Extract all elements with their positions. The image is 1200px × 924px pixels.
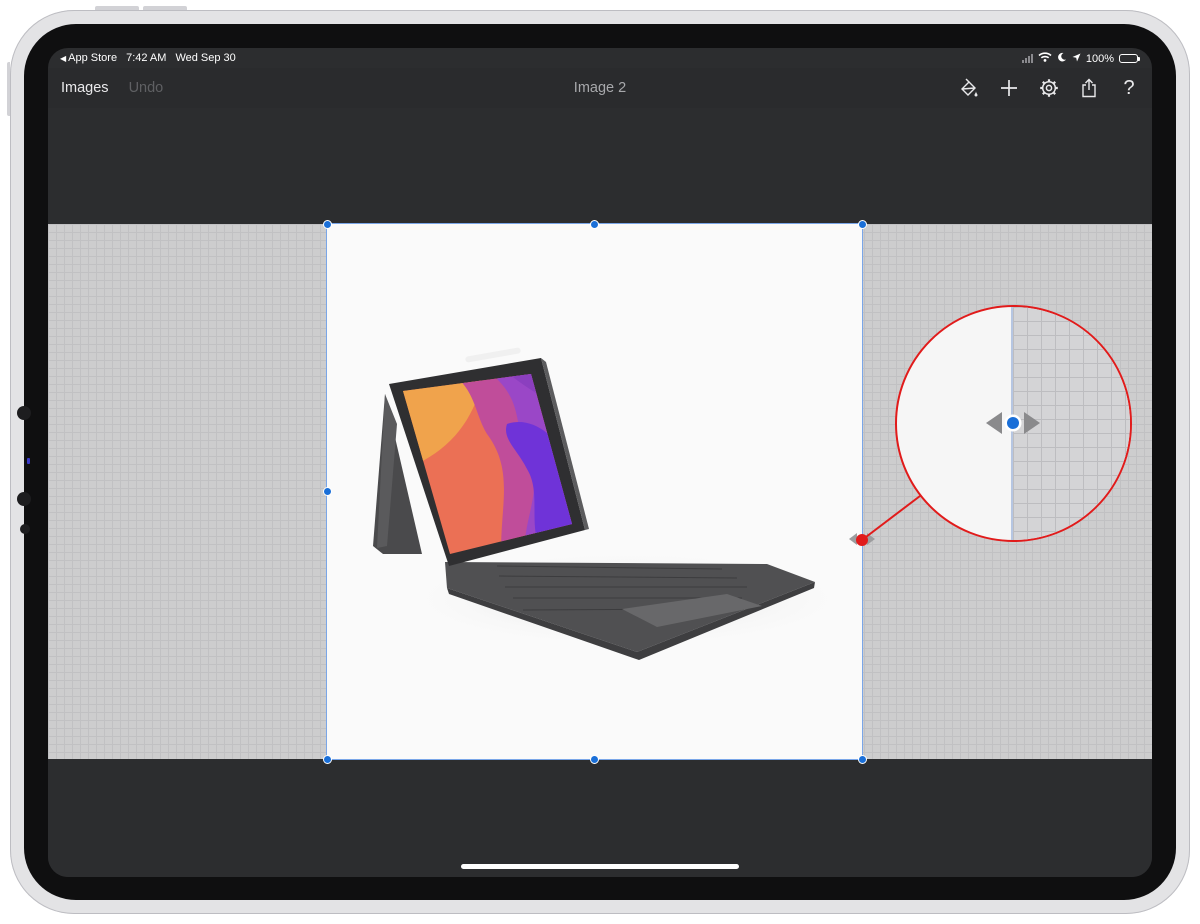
magnifier-callout xyxy=(895,305,1132,542)
tablet-keyboard-illustration xyxy=(373,347,857,660)
wifi-icon xyxy=(1038,52,1052,65)
magnet-dot xyxy=(17,406,31,420)
status-date: Wed Sep 30 xyxy=(175,52,236,64)
resize-handle-middle-left[interactable] xyxy=(323,487,332,496)
resize-handle-top-right[interactable] xyxy=(858,220,867,229)
location-arrow-icon xyxy=(1072,53,1081,65)
top-button-2 xyxy=(143,6,187,10)
camera-indicator xyxy=(27,458,30,464)
back-triangle-icon: ◀ xyxy=(60,53,67,63)
resize-handle-top-center[interactable] xyxy=(590,220,599,229)
plus-icon[interactable] xyxy=(996,76,1022,100)
status-time: 7:42 AM xyxy=(126,52,167,64)
home-indicator[interactable] xyxy=(461,864,739,869)
back-to-app-link[interactable]: ◀ App Store xyxy=(60,52,117,64)
moon-icon xyxy=(1057,52,1067,65)
battery-icon xyxy=(1119,54,1140,63)
toolbar: Images Undo Image 2 ? xyxy=(48,68,1152,108)
canvas[interactable] xyxy=(48,108,1152,877)
resize-handle-middle-right[interactable] xyxy=(856,534,868,546)
screen: ◀ App Store 7:42 AM Wed Sep 30 100% Imag… xyxy=(48,48,1152,877)
resize-handle-bottom-right[interactable] xyxy=(858,755,867,764)
magnet-dot xyxy=(20,524,30,534)
help-icon[interactable]: ? xyxy=(1116,76,1142,100)
resize-handle-top-left[interactable] xyxy=(323,220,332,229)
magnet-dot xyxy=(17,492,31,506)
paint-bucket-icon[interactable] xyxy=(956,76,982,100)
side-button xyxy=(7,62,10,116)
resize-handle-bottom-center[interactable] xyxy=(590,755,599,764)
image-frame[interactable] xyxy=(327,224,862,759)
cellular-signal-icon xyxy=(1021,54,1033,63)
magnified-resize-handle-icon xyxy=(986,412,1040,434)
gear-icon[interactable] xyxy=(1036,76,1062,100)
top-button xyxy=(95,6,139,10)
resize-handle-bottom-left[interactable] xyxy=(323,755,332,764)
share-icon[interactable] xyxy=(1076,76,1102,100)
battery-percentage: 100% xyxy=(1085,52,1114,65)
back-app-label: App Store xyxy=(68,52,118,64)
status-bar: ◀ App Store 7:42 AM Wed Sep 30 100% xyxy=(48,48,1152,68)
